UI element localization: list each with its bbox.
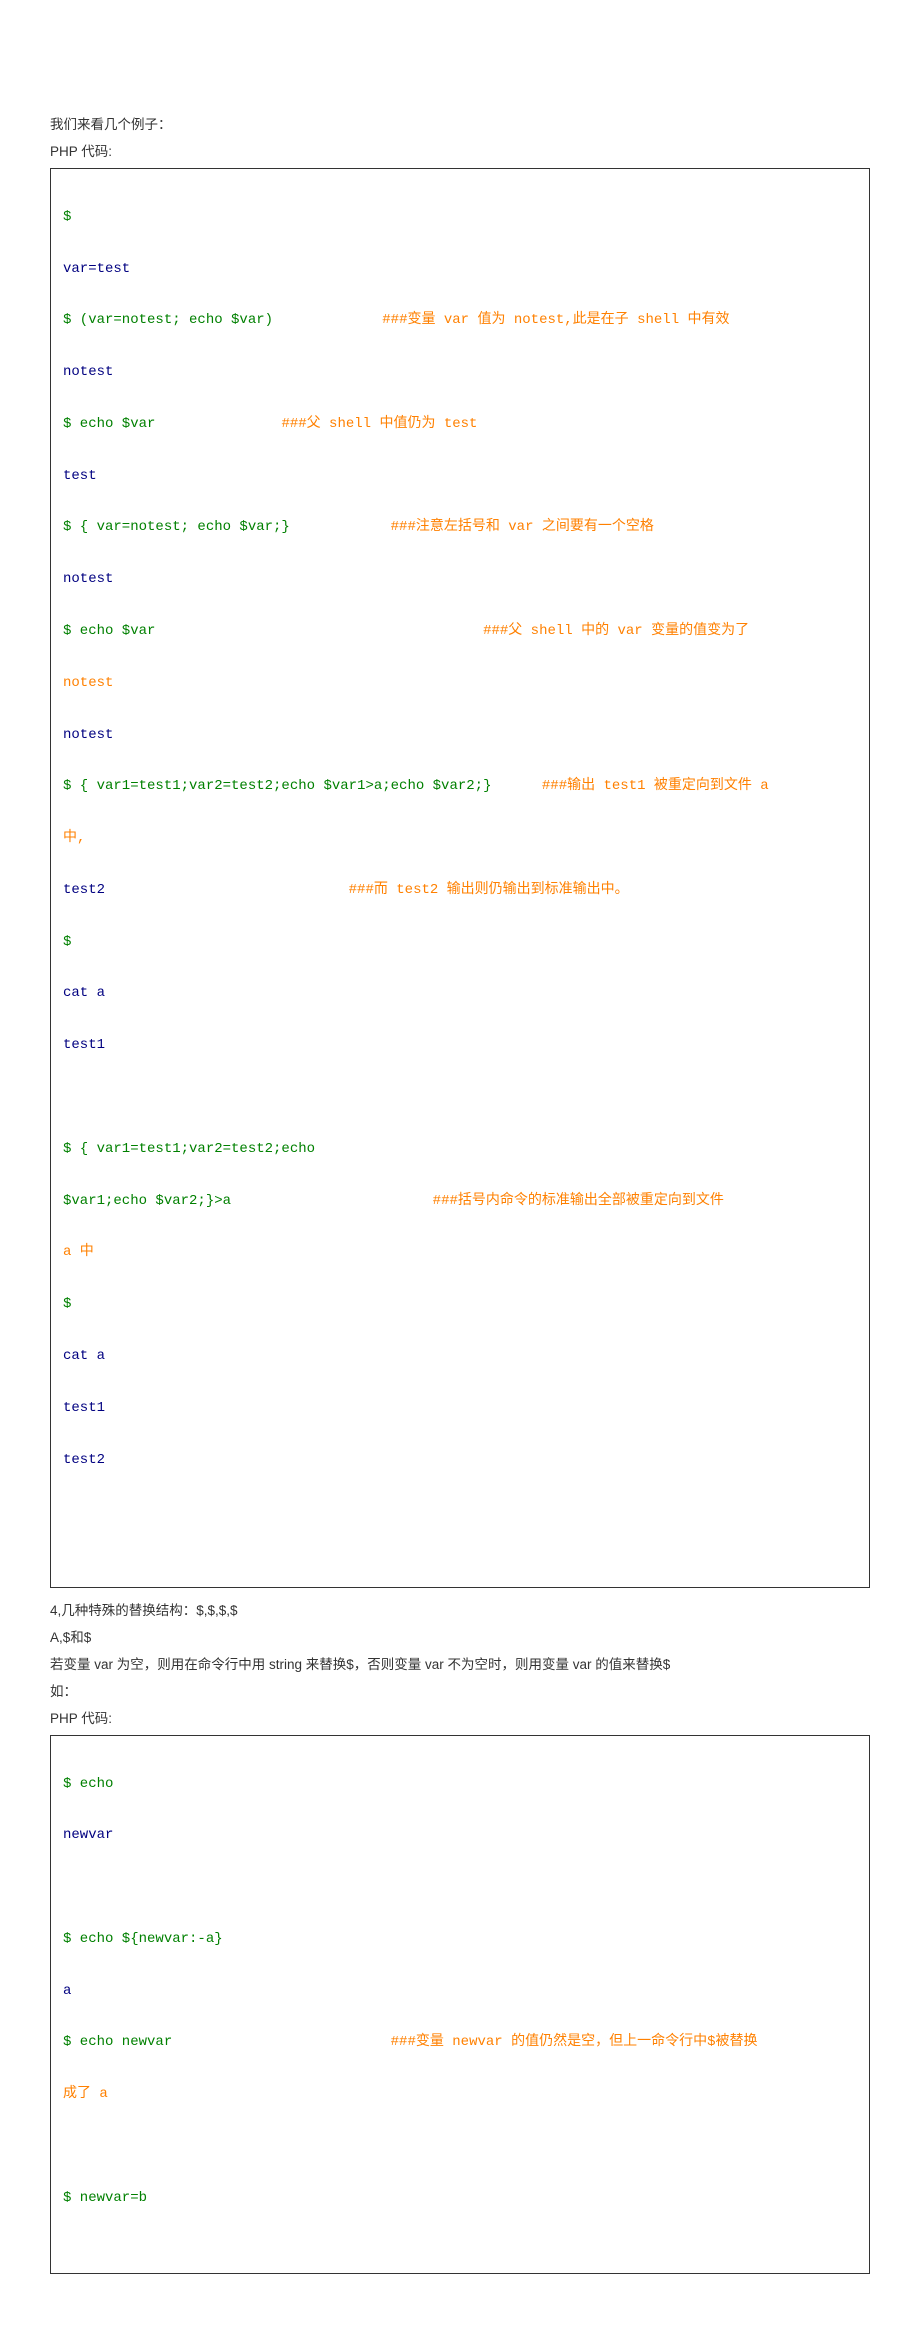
code-label: PHP 代码: [50,1708,870,1731]
code-text: $ [63,1296,71,1312]
code-text: cat a [63,985,105,1001]
code-text: $var1;echo $var2;}>a [63,1193,433,1209]
code-blank [63,1499,857,1525]
code-comment: ###变量 newvar 的值仍然是空，但上一命令行中$被替换 [391,2034,758,2050]
code-text: $ { var1=test1;var2=test2;echo $var1>a;e… [63,778,542,794]
code-comment: ###而 test2 输出则仍输出到标准输出中。 [349,882,629,898]
code-text: $ [63,209,71,225]
code-text: test2 [63,1452,105,1468]
code-comment: ###父 shell 中值仍为 test [281,416,477,432]
code-text: $ { var1=test1;var2=test2;echo [63,1141,315,1157]
code-label: PHP 代码: [50,141,870,164]
code-text: a [63,1983,71,1999]
code-block-1: $ var=test $ (var=notest; echo $var) ###… [50,168,870,1588]
code-text: $ echo $var [63,416,281,432]
code-comment: 成了 a [63,2086,108,2102]
para-text: A,$和$ [50,1627,870,1650]
code-comment: a 中 [63,1244,94,1260]
code-comment: ###注意左括号和 var 之间要有一个空格 [391,519,654,535]
code-text: $ echo $var [63,623,483,639]
code-text: test1 [63,1037,105,1053]
code-text: cat a [63,1348,105,1364]
code-text: test [63,468,97,484]
code-text: $ echo [63,1776,113,1792]
para-text: 4,几种特殊的替换结构：$,$,$,$ [50,1600,870,1623]
para-text: 若变量 var 为空，则用在命令行中用 string 来替换$，否则变量 var… [50,1654,870,1677]
code-text: test1 [63,1400,105,1416]
intro-text: 我们来看几个例子： [50,114,870,137]
code-comment: ###输出 test1 被重定向到文件 a [542,778,769,794]
code-blank [63,1085,857,1111]
code-text: $ echo newvar [63,2034,391,2050]
code-text: $ (var=notest; echo $var) [63,312,382,328]
code-text: $ echo ${newvar:-a} [63,1931,223,1947]
code-comment: ###变量 var 值为 notest,此是在子 shell 中有效 [382,312,729,328]
code-text: notest [63,364,113,380]
code-text: $ newvar=b [63,2190,147,2206]
page: 我们来看几个例子： PHP 代码: $ var=test $ (var=note… [0,0,920,2336]
code-text: notest [63,727,113,743]
code-text: notest [63,571,113,587]
code-text: newvar [63,1827,113,1843]
code-blank [63,1875,857,1901]
code-comment: notest [63,675,113,691]
code-blank [63,2134,857,2160]
code-comment: 中, [63,830,85,846]
code-comment: ###父 shell 中的 var 变量的值变为了 [483,623,749,639]
code-text: $ { var=notest; echo $var;} [63,519,391,535]
code-text: $ [63,934,71,950]
code-block-2: $ echo newvar $ echo ${newvar:-a} a $ ec… [50,1735,870,2275]
para-text: 如： [50,1681,870,1704]
code-text: test2 [63,882,349,898]
code-text: var=test [63,261,130,277]
code-comment: ###括号内命令的标准输出全部被重定向到文件 [433,1193,724,1209]
